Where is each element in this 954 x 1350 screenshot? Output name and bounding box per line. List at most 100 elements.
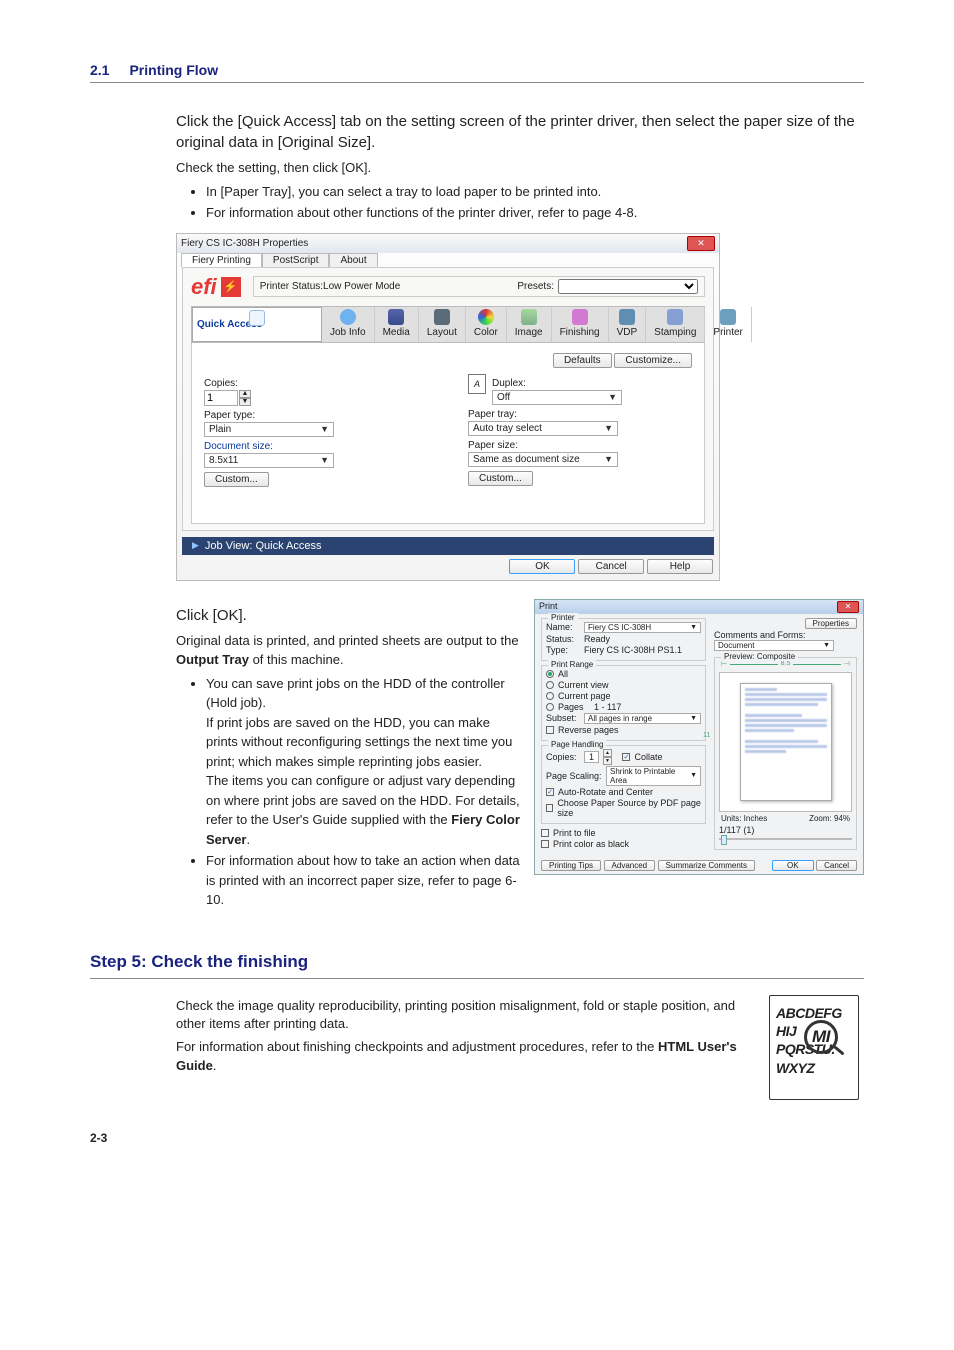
print-black-checkbox[interactable] <box>541 840 549 848</box>
category-tabs: Quick Access Job Info Media Layout Color… <box>191 306 705 343</box>
cat-layout[interactable]: Layout <box>419 307 466 342</box>
paper-size-label: Paper size: <box>468 440 692 451</box>
print-to-file-checkbox[interactable] <box>541 829 549 837</box>
intro-bullets: In [Paper Tray], you can select a tray t… <box>176 182 864 223</box>
intro-bullet-1: In [Paper Tray], you can select a tray t… <box>206 182 864 202</box>
document-size-label: Document size: <box>204 441 428 452</box>
document-size-select[interactable]: 8.5x11▼ <box>204 453 334 468</box>
click-ok-text: Click [OK]. <box>176 605 520 626</box>
ok-button[interactable]: OK <box>509 559 575 574</box>
advanced-button[interactable]: Advanced <box>604 860 656 871</box>
preview-fieldset: Preview: Composite ⊢8.5⊣ 11 <box>714 657 857 850</box>
cat-printer[interactable]: Printer <box>705 307 751 342</box>
printer-status: Printer Status:Low Power Mode <box>260 281 401 292</box>
cat-finishing[interactable]: Finishing <box>552 307 609 342</box>
close-icon[interactable]: ✕ <box>687 236 715 251</box>
printer-fieldset: Printer Name:Fiery CS IC-308H▼ Status:Re… <box>541 618 706 661</box>
cat-stamping[interactable]: Stamping <box>646 307 705 342</box>
copies-input[interactable] <box>204 390 238 406</box>
copies-input[interactable]: 1 <box>584 751 599 763</box>
help-button[interactable]: Help <box>647 559 713 574</box>
print-range-fieldset: Print Range All Current view Current pag… <box>541 665 706 741</box>
cancel-button[interactable]: Cancel <box>578 559 644 574</box>
chevron-down-icon: ▼ <box>604 423 613 433</box>
sheet-slider[interactable] <box>719 836 852 842</box>
job-view-bar[interactable]: ▶ Job View: Quick Access <box>182 537 714 555</box>
preview-box <box>719 672 852 812</box>
triangle-right-icon: ▶ <box>192 540 199 551</box>
chevron-down-icon: ▼ <box>604 454 613 464</box>
intro-p1: Click the [Quick Access] tab on the sett… <box>176 111 864 153</box>
step5-p1: Check the image quality reproducibility,… <box>176 997 748 1035</box>
output-tray-text: Original data is printed, and printed sh… <box>176 632 520 670</box>
intro-bullet-2: For information about other functions of… <box>206 203 864 223</box>
page-number: 2-3 <box>90 1131 864 1145</box>
step5-heading: Step 5: Check the finishing <box>90 952 864 972</box>
customize-button[interactable]: Customize... <box>614 353 692 368</box>
cat-image[interactable]: Image <box>507 307 552 342</box>
magnifier-figure: ABCDEFG HIJ PQRSTU. WXYZ MI <box>764 993 864 1103</box>
presets-label: Presets: <box>517 281 554 292</box>
sheet-indicator: 1/117 (1) <box>719 825 852 835</box>
comments-label: Comments and Forms: <box>714 630 857 640</box>
tab-fiery-printing[interactable]: Fiery Printing <box>181 253 262 267</box>
radio-pages[interactable] <box>546 703 554 711</box>
document-preview-icon <box>740 683 832 801</box>
paper-size-select[interactable]: Same as document size▼ <box>468 452 618 467</box>
middle-bullet-2: For information about how to take an act… <box>206 851 520 910</box>
tab-postscript[interactable]: PostScript <box>262 253 330 267</box>
defaults-button[interactable]: Defaults <box>553 353 612 368</box>
copies-spinner[interactable]: ▲▼ <box>204 390 251 406</box>
spin-down-icon[interactable]: ▼ <box>239 398 251 406</box>
cat-color[interactable]: Color <box>466 307 507 342</box>
print-cancel-button[interactable]: Cancel <box>816 860 857 871</box>
efi-logo: efi <box>191 274 217 300</box>
middle-bullets: You can save print jobs on the HDD of th… <box>176 674 520 910</box>
radio-current-view[interactable] <box>546 681 554 689</box>
printing-tips-button[interactable]: Printing Tips <box>541 860 601 871</box>
intro-p2: Check the setting, then click [OK]. <box>176 159 864 178</box>
chevron-down-icon: ▼ <box>320 424 329 434</box>
reverse-checkbox[interactable] <box>546 726 554 734</box>
section-title: Printing Flow <box>129 62 218 78</box>
paper-tray-label: Paper tray: <box>468 409 692 420</box>
driver-window: Fiery CS IC-308H Properties ✕ Fiery Prin… <box>176 233 720 581</box>
page-handling-fieldset: Page Handling Copies: 1 ▲▼ ✓Collate Page… <box>541 745 706 824</box>
by-pdf-checkbox[interactable] <box>546 804 553 812</box>
properties-button[interactable]: Properties <box>805 618 857 629</box>
paper-tray-select[interactable]: Auto tray select▼ <box>468 421 618 436</box>
print-dialog: Print ✕ Printer Name:Fiery CS IC-308H▼ S… <box>534 599 864 875</box>
step5-p2: For information about finishing checkpoi… <box>176 1038 748 1076</box>
orientation-icon[interactable]: A <box>468 374 486 394</box>
section-number: 2.1 <box>90 62 109 78</box>
duplex-label: Duplex: <box>492 378 692 389</box>
summarize-button[interactable]: Summarize Comments <box>658 860 755 871</box>
cat-quick-access[interactable]: Quick Access <box>192 307 322 342</box>
chevron-down-icon: ▼ <box>608 392 617 402</box>
presets-select[interactable] <box>558 279 698 294</box>
auto-rotate-checkbox[interactable]: ✓ <box>546 788 554 796</box>
cat-media[interactable]: Media <box>375 307 419 342</box>
fiery-icon: ⚡ <box>221 277 241 297</box>
paper-type-select[interactable]: Plain▼ <box>204 422 334 437</box>
chevron-down-icon: ▼ <box>320 455 329 465</box>
cat-job-info[interactable]: Job Info <box>322 307 375 342</box>
subset-select[interactable]: All pages in range▼ <box>584 713 701 724</box>
comments-select[interactable]: Document▼ <box>714 640 834 651</box>
copies-label: Copies: <box>204 378 428 389</box>
driver-title: Fiery CS IC-308H Properties <box>181 238 308 249</box>
spin-up-icon[interactable]: ▲ <box>239 390 251 398</box>
printer-name-select[interactable]: Fiery CS IC-308H▼ <box>584 622 701 633</box>
print-ok-button[interactable]: OK <box>772 860 814 871</box>
duplex-select[interactable]: Off▼ <box>492 390 622 405</box>
doc-custom-button[interactable]: Custom... <box>204 472 269 487</box>
paper-custom-button[interactable]: Custom... <box>468 471 533 486</box>
paper-type-label: Paper type: <box>204 410 428 421</box>
radio-current-page[interactable] <box>546 692 554 700</box>
cat-vdp[interactable]: VDP <box>609 307 647 342</box>
tab-about[interactable]: About <box>329 253 377 267</box>
collate-checkbox[interactable]: ✓ <box>622 753 630 761</box>
radio-all[interactable] <box>546 670 554 678</box>
close-icon[interactable]: ✕ <box>837 601 859 613</box>
page-scaling-select[interactable]: Shrink to Printable Area▼ <box>606 766 701 786</box>
